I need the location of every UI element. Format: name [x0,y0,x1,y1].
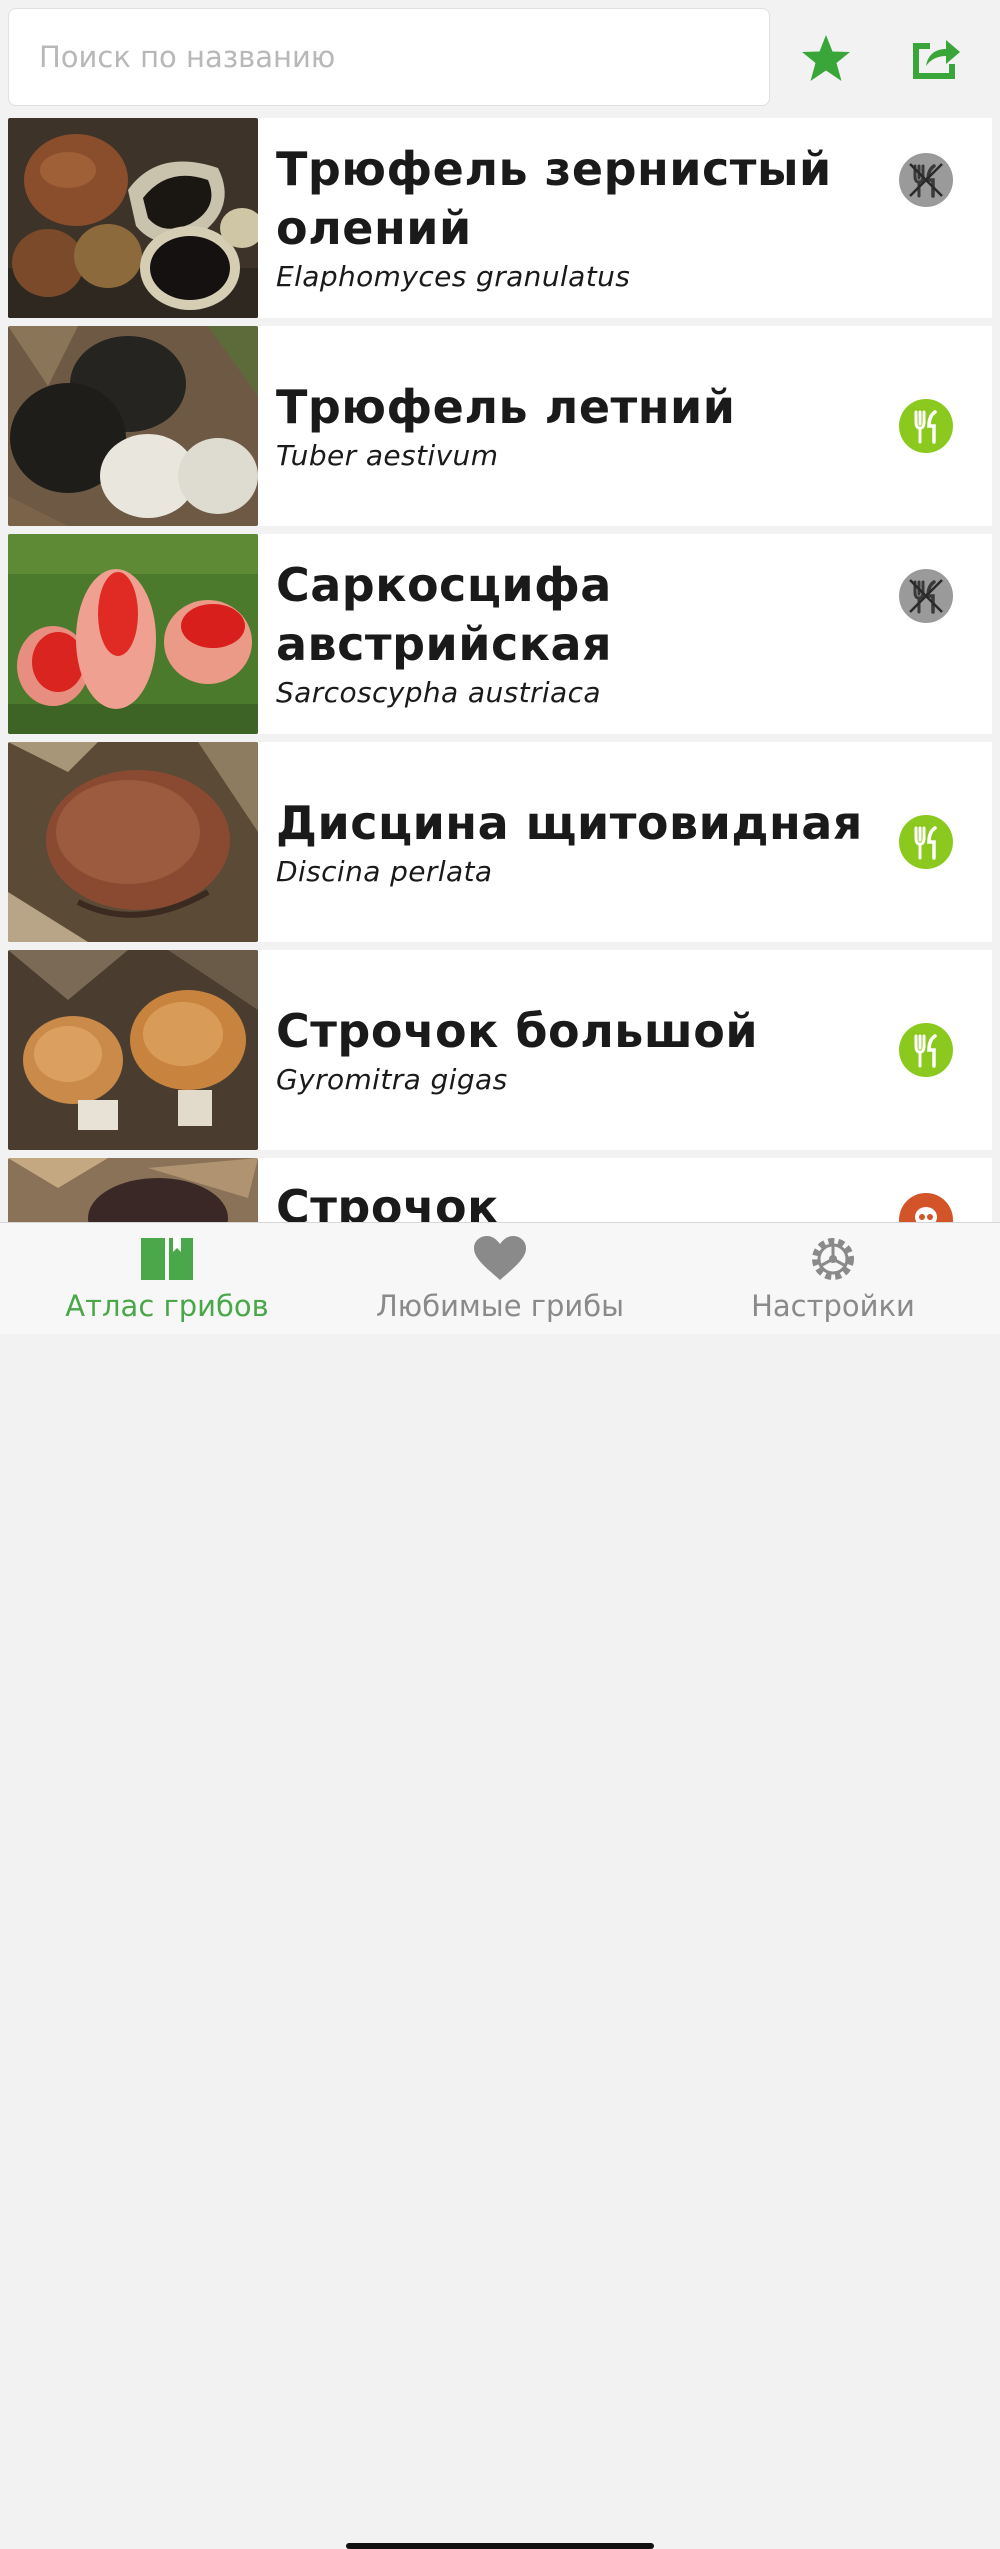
list-item[interactable]: Строчок большой Gyromitra gigas [8,950,992,1150]
tab-label: Атлас грибов [65,1289,269,1323]
home-indicator [346,2543,654,2549]
mushroom-name: Трюфель летний [276,379,736,434]
book-icon [141,1236,193,1280]
tab-favorites[interactable]: Любимые грибы [362,1223,638,1335]
list-item[interactable]: Трюфель летний Tuber aestivum [8,326,992,526]
inedible-icon [899,153,953,207]
edible-icon [899,815,953,869]
mushroom-latin-name: Sarcoscypha austriaca [276,676,601,709]
search-bar[interactable] [8,8,770,106]
mushroom-photo [8,326,258,526]
mushroom-photo [8,742,258,942]
list-item[interactable]: Строчок [8,1158,992,1222]
mushroom-latin-name: Elaphomyces granulatus [276,260,631,293]
poisonous-icon [899,1193,953,1222]
list-item[interactable]: Трюфель зернистый олений Elaphomyces gra… [8,118,992,318]
gear-icon [812,1238,854,1280]
favorites-button[interactable] [798,30,854,86]
list-item[interactable]: Дисцина щитовидная Discina perlata [8,742,992,942]
mushroom-name: Трюфель зернистый олений [276,142,832,255]
list-item[interactable]: Саркосцифа австрийская Sarcoscypha austr… [8,534,992,734]
mushroom-photo [8,1158,258,1222]
tab-atlas[interactable]: Атлас грибов [54,1223,280,1335]
mushroom-latin-name: Tuber aestivum [276,438,499,472]
inedible-icon [899,569,953,623]
share-button[interactable] [908,30,964,86]
mushroom-name: Строчок [276,1180,499,1222]
heart-icon [474,1236,526,1280]
search-input[interactable] [9,40,769,74]
tab-bar: Атлас грибов Любимые грибы Настройки [0,1222,1000,2549]
edible-icon [899,399,953,453]
mushroom-photo [8,118,258,318]
mushroom-latin-name: Discina perlata [276,854,493,888]
mushroom-name: Дисцина щитовидная [276,795,863,850]
edible-icon [899,1023,953,1077]
tab-label: Любимые грибы [375,1289,625,1323]
mushroom-list[interactable]: Трюфель зернистый олений Elaphomyces gra… [8,118,992,1222]
mushroom-photo [8,950,258,1150]
star-icon [802,35,850,81]
tab-settings[interactable]: Настройки [734,1223,932,1335]
mushroom-latin-name: Gyromitra gigas [276,1062,508,1096]
mushroom-photo [8,534,258,734]
tab-label: Настройки [751,1289,915,1323]
mushroom-name: Саркосцифа австрийская [276,558,613,671]
share-icon [913,40,960,79]
mushroom-name: Строчок большой [276,1003,759,1058]
